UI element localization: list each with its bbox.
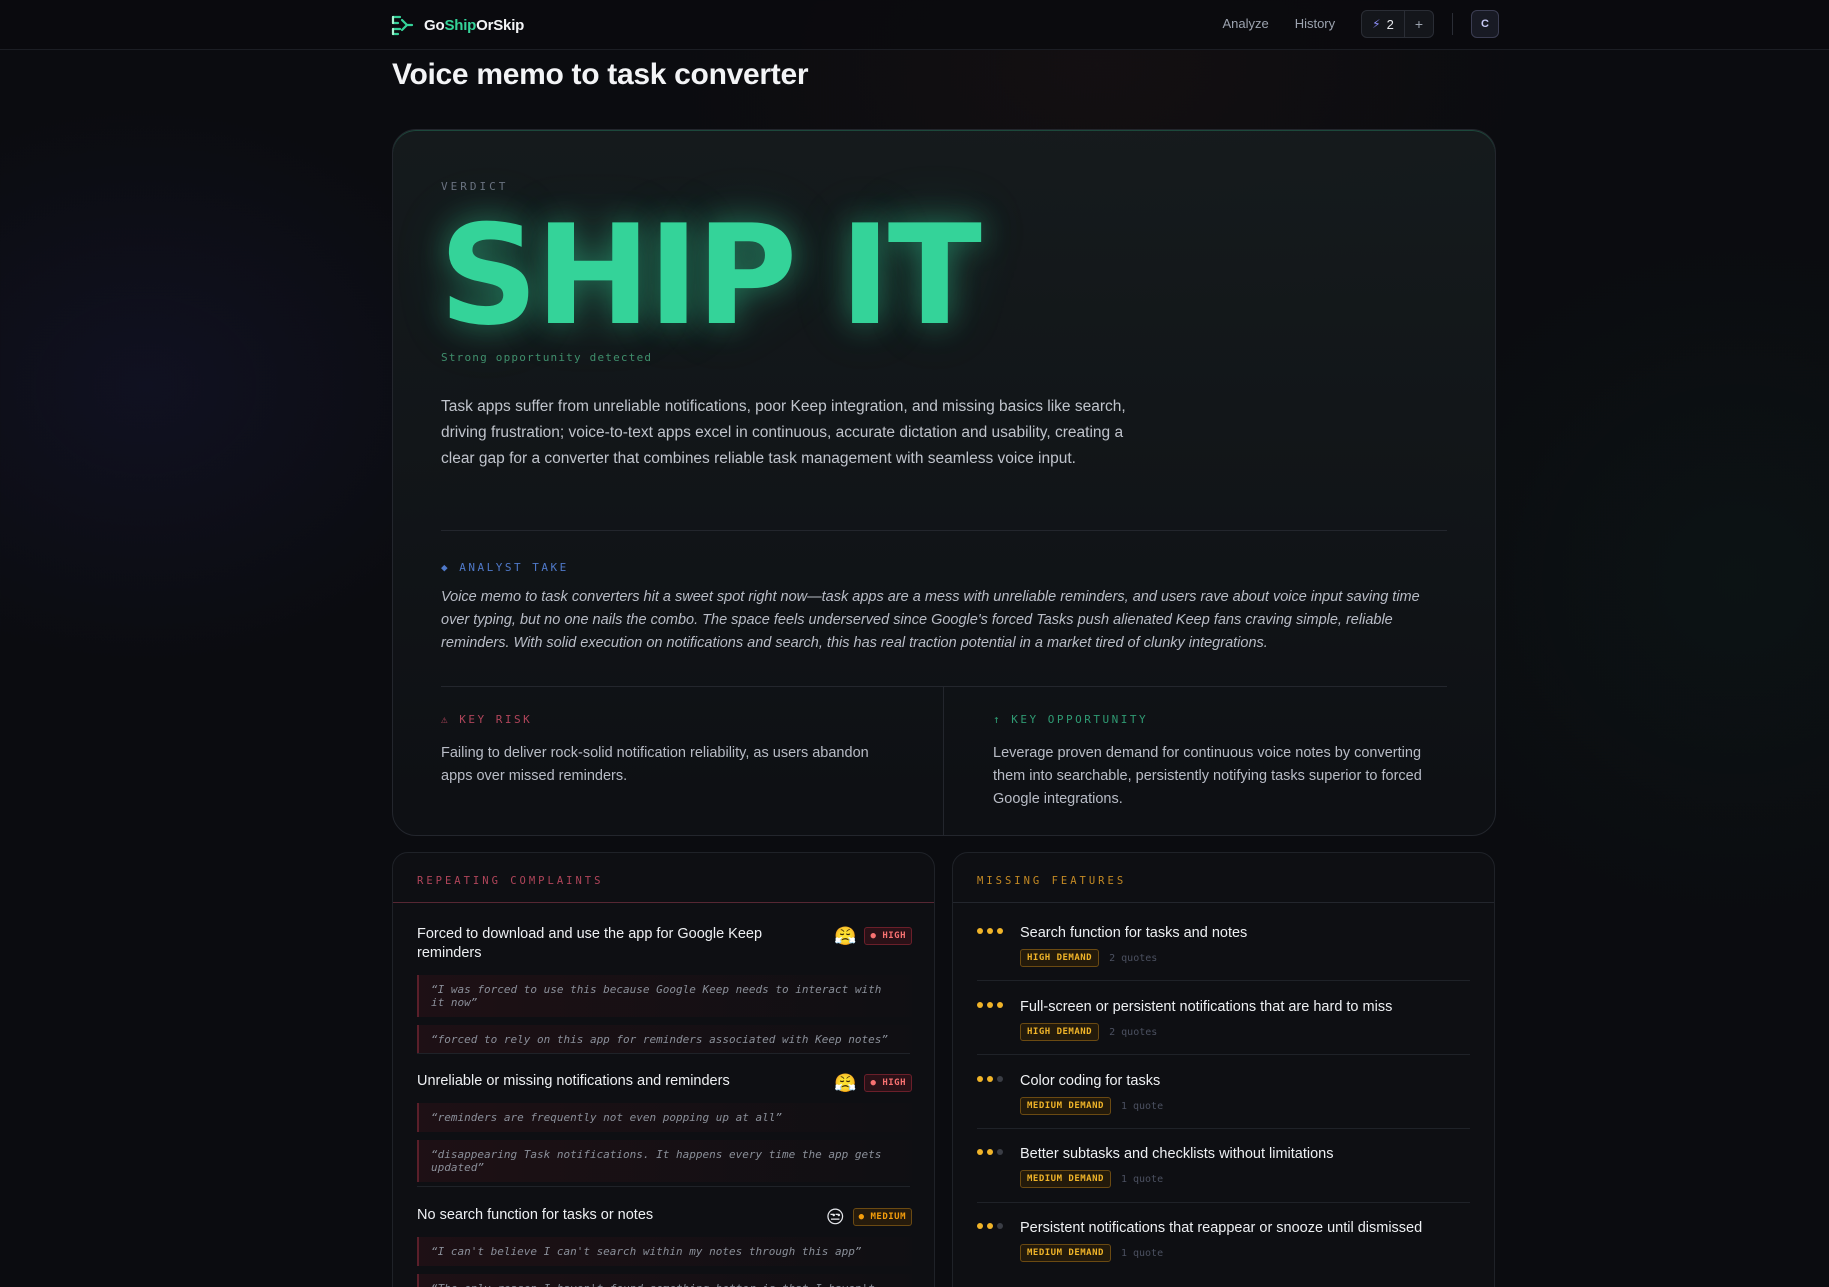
nav-link-history[interactable]: History xyxy=(1295,10,1335,38)
quote-count: 1 quote xyxy=(1120,1173,1164,1185)
feature-title: Search function for tasks and notes xyxy=(1020,925,1248,941)
unamused-face-icon: 😒 xyxy=(825,1207,845,1227)
feature-item[interactable]: Full-screen or persistent notifications … xyxy=(977,998,1472,1041)
verdict-subtitle: Strong opportunity detected xyxy=(441,351,653,364)
divider xyxy=(441,686,1447,687)
page-title: Voice memo to task converter xyxy=(392,58,809,91)
demand-badge: MEDIUM DEMAND xyxy=(1020,1097,1111,1115)
complaint-item[interactable]: Unreliable or missing notifications and … xyxy=(417,1072,912,1182)
demand-badge: MEDIUM DEMAND xyxy=(1020,1244,1111,1262)
separator xyxy=(977,980,1470,981)
separator xyxy=(977,1202,1470,1203)
top-nav: GoShipOrSkip Analyze History ⚡ 2 + C xyxy=(0,0,1829,50)
analyst-take-label: ◆ ANALYST TAKE xyxy=(441,561,569,574)
verdict-summary: Task apps suffer from unreliable notific… xyxy=(441,398,1126,467)
brand-logo[interactable]: GoShipOrSkip xyxy=(390,13,524,37)
separator xyxy=(977,1054,1470,1055)
demand-badge: MEDIUM DEMAND xyxy=(1020,1170,1111,1188)
severity-badge: ● MEDIUM xyxy=(852,1208,912,1226)
complaint-item[interactable]: No search function for tasks or notes 😒 … xyxy=(417,1206,912,1287)
analyst-take-text: Voice memo to task converters hit a swee… xyxy=(441,589,1420,651)
bolt-icon: ⚡ xyxy=(1372,17,1381,31)
frustrated-face-icon: 😤 xyxy=(834,926,857,946)
key-risk-section: ⚠ KEY RISK Failing to deliver rock-solid… xyxy=(441,713,881,788)
key-risk-text: Failing to deliver rock-solid notificati… xyxy=(441,745,869,784)
quote-count: 2 quotes xyxy=(1109,952,1158,964)
feature-item[interactable]: Persistent notifications that reappear o… xyxy=(977,1219,1472,1262)
add-credits-button[interactable]: + xyxy=(1405,16,1433,32)
features-label: MISSING FEATURES xyxy=(977,875,1127,887)
complaint-title: No search function for tasks or notes xyxy=(417,1207,654,1223)
column-divider xyxy=(943,686,944,835)
quote-count: 1 quote xyxy=(1120,1100,1164,1112)
missing-features-panel: MISSING FEATURES Search function for tas… xyxy=(952,852,1495,1287)
verdict-label: VERDICT xyxy=(441,180,509,193)
complaint-quote: “disappearing Task notifications. It hap… xyxy=(417,1140,912,1182)
complaint-title: Forced to download and use the app for G… xyxy=(417,926,763,961)
feature-item[interactable]: Search function for tasks and notes HIGH… xyxy=(977,924,1472,967)
separator xyxy=(417,1186,910,1187)
demand-badge: HIGH DEMAND xyxy=(1020,949,1100,967)
quote-count: 2 quotes xyxy=(1109,1026,1158,1038)
demand-level-indicator xyxy=(977,1149,1003,1155)
demand-level-indicator xyxy=(977,1076,1003,1082)
panel-header: MISSING FEATURES xyxy=(953,853,1494,903)
complaint-item[interactable]: Forced to download and use the app for G… xyxy=(417,925,912,1054)
demand-level-indicator xyxy=(977,1002,1003,1008)
separator xyxy=(977,1128,1470,1129)
user-avatar[interactable]: C xyxy=(1471,10,1499,38)
complaint-title: Unreliable or missing notifications and … xyxy=(417,1073,730,1089)
brand-icon xyxy=(391,15,414,36)
frustrated-face-icon: 😤 xyxy=(834,1073,857,1093)
key-opportunity-label: ↑ KEY OPPORTUNITY xyxy=(993,713,1149,726)
feature-item[interactable]: Better subtasks and checklists without l… xyxy=(977,1145,1472,1188)
severity-badge: ● HIGH xyxy=(864,1074,912,1092)
demand-level-indicator xyxy=(977,928,1003,934)
key-opportunity-text: Leverage proven demand for continuous vo… xyxy=(993,745,1422,807)
feature-item[interactable]: Color coding for tasks MEDIUM DEMAND 1 q… xyxy=(977,1072,1472,1115)
complaint-quote: “forced to rely on this app for reminder… xyxy=(417,1025,912,1054)
feature-title: Color coding for tasks xyxy=(1020,1073,1161,1089)
divider xyxy=(441,530,1447,531)
quote-count: 1 quote xyxy=(1120,1247,1164,1259)
severity-badge: ● HIGH xyxy=(864,927,912,945)
complaint-quote: “I can't believe I can't search within m… xyxy=(417,1237,912,1266)
nav-divider xyxy=(1452,13,1453,35)
demand-badge: HIGH DEMAND xyxy=(1020,1023,1100,1041)
separator xyxy=(417,1053,910,1054)
feature-title: Persistent notifications that reappear o… xyxy=(1020,1220,1423,1236)
feature-title: Better subtasks and checklists without l… xyxy=(1020,1146,1334,1162)
credits-count: ⚡ 2 xyxy=(1362,11,1405,37)
complaint-quote: “I was forced to use this because Google… xyxy=(417,975,912,1017)
key-opportunity-section: ↑ KEY OPPORTUNITY Leverage proven demand… xyxy=(993,713,1443,811)
demand-level-indicator xyxy=(977,1223,1003,1229)
panel-header: REPEATING COMPLAINTS xyxy=(393,853,934,903)
complaints-label: REPEATING COMPLAINTS xyxy=(417,875,604,887)
complaint-quote: “reminders are frequently not even poppi… xyxy=(417,1103,912,1132)
feature-title: Full-screen or persistent notifications … xyxy=(1020,999,1393,1015)
brand-name: GoShipOrSkip xyxy=(424,16,525,34)
credits-widget: ⚡ 2 + xyxy=(1361,10,1434,38)
complaint-quote: “The only reason I haven't found somethi… xyxy=(417,1274,912,1287)
nav-link-analyze[interactable]: Analyze xyxy=(1222,10,1268,38)
repeating-complaints-panel: REPEATING COMPLAINTS Forced to download … xyxy=(392,852,935,1287)
key-risk-label: ⚠ KEY RISK xyxy=(441,713,533,726)
verdict-value: SHIP IT xyxy=(439,195,982,356)
verdict-card: VERDICT SHIP IT Strong opportunity detec… xyxy=(392,129,1496,836)
